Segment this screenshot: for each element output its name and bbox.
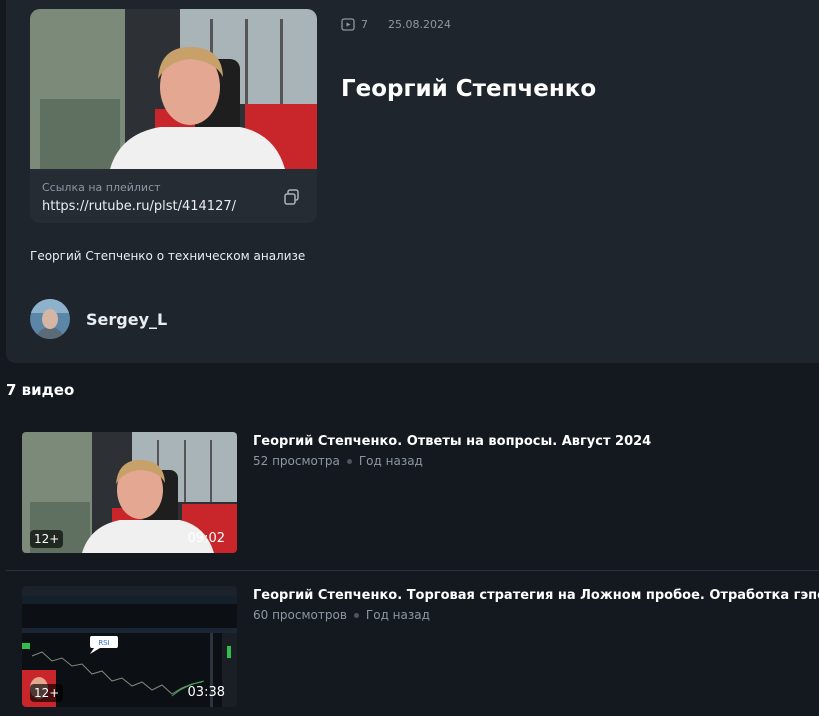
video-meta: 60 просмотров Год назад <box>253 608 430 622</box>
author-name[interactable]: Sergey_L <box>86 310 167 329</box>
video-age: Год назад <box>358 454 423 468</box>
duration-badge: 09:02 <box>187 531 225 546</box>
author-avatar-image <box>30 299 70 339</box>
video-views: 60 просмотров <box>253 608 347 622</box>
video-thumbnail[interactable]: 12+ 09:02 <box>22 432 237 553</box>
video-item[interactable]: 12+ 09:02 Георгий Степченко. Ответы на в… <box>0 432 819 562</box>
playlist-date: 25.08.2024 <box>388 17 451 31</box>
playlist-meta: 7 25.08.2024 <box>341 17 451 31</box>
author-avatar[interactable] <box>30 299 70 339</box>
copy-icon[interactable] <box>283 188 301 206</box>
videos-count-heading: 7 видео <box>6 381 75 399</box>
separator-dot <box>346 458 352 464</box>
video-title[interactable]: Георгий Степченко. Торговая стратегия на… <box>253 588 819 603</box>
playlist-link-url[interactable]: https://rutube.ru/plst/414127/ <box>42 199 236 214</box>
age-rating-badge: 12+ <box>30 530 64 548</box>
video-item[interactable]: RSI 12+ 03:38 Георгий Степченко. Торгова… <box>0 586 819 716</box>
chart-callout-label: RSI <box>98 639 109 647</box>
playlist-cover-image <box>30 9 317 169</box>
video-views: 52 просмотра <box>253 454 340 468</box>
playlist-video-count: 7 <box>361 17 368 31</box>
video-age: Год назад <box>365 608 430 622</box>
playlist-description: Георгий Степченко о техническом анализе <box>30 249 306 263</box>
video-meta: 52 просмотра Год назад <box>253 454 423 468</box>
video-thumbnail[interactable]: RSI 12+ 03:38 <box>22 586 237 707</box>
separator-dot <box>353 612 359 618</box>
playlist-link-panel: Ссылка на плейлист https://rutube.ru/pls… <box>30 169 317 223</box>
playlist-title: Георгий Степченко <box>341 76 597 102</box>
video-count-icon <box>341 18 355 31</box>
playlist-cover[interactable]: Ссылка на плейлист https://rutube.ru/pls… <box>30 9 317 223</box>
list-divider <box>6 570 819 571</box>
video-title[interactable]: Георгий Степченко. Ответы на вопросы. Ав… <box>253 434 651 449</box>
playlist-link-caption: Ссылка на плейлист <box>42 181 161 194</box>
duration-badge: 03:38 <box>187 685 225 700</box>
age-rating-badge: 12+ <box>30 684 64 702</box>
